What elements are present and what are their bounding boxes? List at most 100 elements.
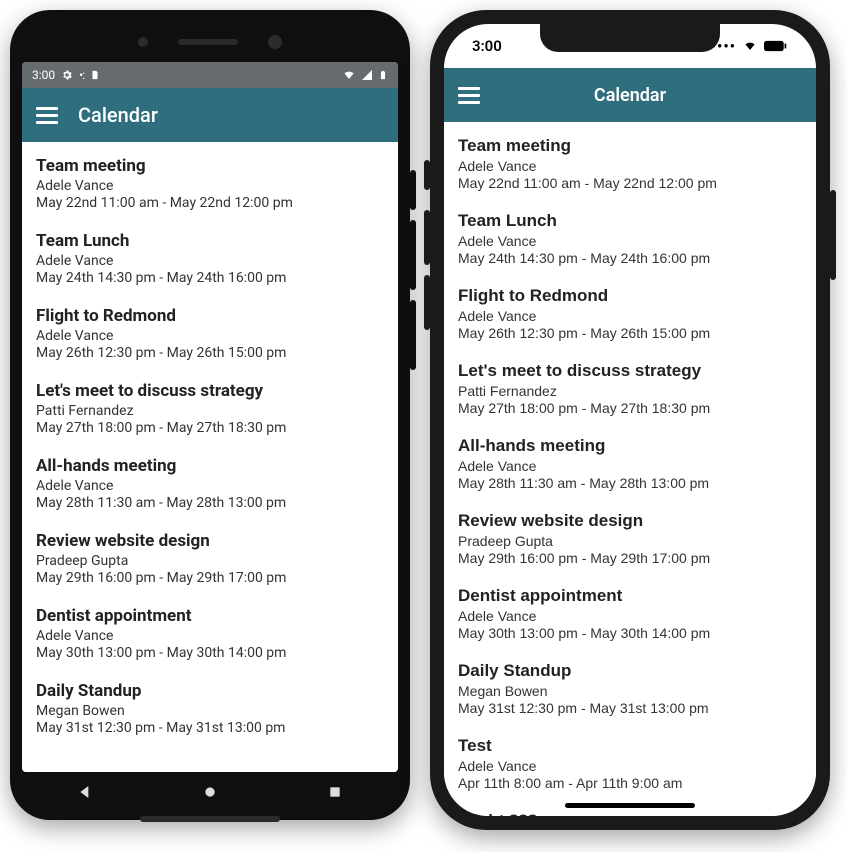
- event-item[interactable]: Review website design Pradeep GuptaMay 29…: [22, 517, 398, 592]
- battery-icon: [764, 40, 788, 52]
- app-title: Calendar: [78, 103, 158, 127]
- event-time-range: May 26th 12:30 pm - May 26th 15:00 pm: [458, 325, 802, 341]
- event-organizer: Megan Bowen: [458, 683, 802, 699]
- android-side-button: [410, 170, 416, 210]
- app-title: Calendar: [444, 85, 816, 106]
- event-organizer: Patti Fernandez: [458, 383, 802, 399]
- event-organizer: Adele Vance: [36, 178, 384, 194]
- event-time-range: May 31st 12:30 pm - May 31st 13:00 pm: [458, 700, 802, 716]
- menu-icon[interactable]: [458, 87, 480, 104]
- event-time-range: May 26th 12:30 pm - May 26th 15:00 pm: [36, 345, 384, 361]
- event-time-range: May 28th 11:30 am - May 28th 13:00 pm: [36, 495, 384, 511]
- event-title: Let's meet to discuss strategy: [458, 361, 802, 381]
- event-title: Dentist appointment: [36, 606, 384, 626]
- event-item[interactable]: Team LunchAdele VanceMay 24th 14:30 pm -…: [22, 217, 398, 292]
- event-organizer: Adele Vance: [458, 233, 802, 249]
- ios-screen: 3:00 •••• Calendar Team meetingAdele Van…: [444, 24, 816, 816]
- event-organizer: Patti Fernandez: [36, 403, 384, 419]
- event-title: Flight to Redmond: [458, 286, 802, 306]
- menu-icon[interactable]: [36, 107, 58, 124]
- event-item[interactable]: Dentist appointment Adele VanceMay 30th 1…: [22, 592, 398, 667]
- dots-icon: •:: [79, 68, 84, 82]
- event-organizer: Adele Vance: [458, 308, 802, 324]
- event-time-range: May 24th 14:30 pm - May 24th 16:00 pm: [36, 270, 384, 286]
- android-device-frame: 3:00 •:: [10, 10, 410, 820]
- event-item[interactable]: Review website design Pradeep GuptaMay 29…: [444, 497, 816, 572]
- recents-icon[interactable]: [327, 784, 343, 800]
- ios-side-button: [424, 275, 430, 330]
- event-organizer: Adele Vance: [36, 478, 384, 494]
- event-time-range: May 31st 12:30 pm - May 31st 13:00 pm: [36, 720, 384, 736]
- android-nav-bar: [22, 772, 398, 812]
- event-time-range: May 29th 16:00 pm - May 29th 17:00 pm: [458, 550, 802, 566]
- event-time-range: May 30th 13:00 pm - May 30th 14:00 pm: [458, 625, 802, 641]
- event-item[interactable]: Flight to Redmond Adele VanceMay 26th 12:…: [22, 292, 398, 367]
- status-time: 3:00: [32, 68, 55, 82]
- ios-side-button: [424, 160, 430, 190]
- event-time-range: May 28th 11:30 am - May 28th 13:00 pm: [458, 475, 802, 491]
- event-organizer: Adele Vance: [458, 158, 802, 174]
- event-organizer: Megan Bowen: [36, 703, 384, 719]
- event-organizer: Pradeep Gupta: [458, 533, 802, 549]
- event-time-range: Apr 11th 8:00 am - Apr 11th 9:00 am: [458, 775, 802, 791]
- android-status-bar: 3:00 •:: [22, 62, 398, 88]
- event-organizer: Adele Vance: [36, 328, 384, 344]
- event-item[interactable]: Dentist appointment Adele VanceMay 30th 1…: [444, 572, 816, 647]
- back-icon[interactable]: [77, 784, 93, 800]
- android-screen: 3:00 •:: [22, 62, 398, 772]
- event-time-range: May 30th 13:00 pm - May 30th 14:00 pm: [36, 645, 384, 661]
- event-item[interactable]: Let's meet to discuss strategy Patti Fern…: [22, 367, 398, 442]
- event-organizer: Pradeep Gupta: [36, 553, 384, 569]
- event-title: Flight 888: [458, 811, 802, 816]
- event-item[interactable]: Flight to Redmond Adele VanceMay 26th 12:…: [444, 272, 816, 347]
- event-title: Team meeting: [36, 156, 384, 176]
- event-title: Let's meet to discuss strategy: [36, 381, 384, 401]
- wifi-icon: [742, 40, 758, 52]
- event-title: All-hands meeting: [36, 456, 384, 476]
- event-item[interactable]: All-hands meeting Adele VanceMay 28th 11:…: [22, 442, 398, 517]
- event-item[interactable]: Daily Standup Megan BowenMay 31st 12:30 p…: [444, 647, 816, 722]
- event-item[interactable]: Team meeting Adele VanceMay 22nd 11:00 am…: [22, 142, 398, 217]
- android-chin: [140, 816, 280, 822]
- battery-icon: [378, 68, 388, 82]
- event-title: Flight to Redmond: [36, 306, 384, 326]
- event-title: Team meeting: [458, 136, 802, 156]
- event-time-range: May 29th 16:00 pm - May 29th 17:00 pm: [36, 570, 384, 586]
- ios-notch: [540, 24, 720, 52]
- event-title: Team Lunch: [458, 211, 802, 231]
- event-organizer: Adele Vance: [36, 628, 384, 644]
- event-time-range: May 24th 14:30 pm - May 24th 16:00 pm: [458, 250, 802, 266]
- event-item[interactable]: Team meetingAdele VanceMay 22nd 11:00 am…: [444, 122, 816, 197]
- sim-icon: [90, 69, 100, 81]
- event-item[interactable]: Team Lunch Adele VanceMay 24th 14:30 pm -…: [444, 197, 816, 272]
- event-list[interactable]: Team meetingAdele VanceMay 22nd 11:00 am…: [22, 142, 398, 772]
- event-item[interactable]: Daily StandupMegan BowenMay 31st 12:30 p…: [22, 667, 398, 742]
- event-item[interactable]: Test Adele VanceApr 11th 8:00 am - Apr 11…: [444, 722, 816, 797]
- event-list[interactable]: Team meetingAdele VanceMay 22nd 11:00 am…: [444, 122, 816, 816]
- android-side-button: [410, 220, 416, 290]
- event-time-range: May 27th 18:00 pm - May 27th 18:30 pm: [458, 400, 802, 416]
- event-title: Review website design: [36, 531, 384, 551]
- status-time: 3:00: [472, 37, 502, 55]
- event-title: Daily Standup: [458, 661, 802, 681]
- gear-icon: [61, 69, 73, 81]
- event-organizer: Adele Vance: [458, 758, 802, 774]
- event-item[interactable]: All-hands meeting Adele VanceMay 28th 11:…: [444, 422, 816, 497]
- event-title: Dentist appointment: [458, 586, 802, 606]
- event-time-range: May 22nd 11:00 am - May 22nd 12:00 pm: [36, 195, 384, 211]
- wifi-icon: [342, 69, 356, 81]
- event-organizer: Adele Vance: [36, 253, 384, 269]
- home-icon[interactable]: [202, 784, 218, 800]
- android-bezel: [22, 22, 398, 62]
- event-title: Test: [458, 736, 802, 756]
- event-title: All-hands meeting: [458, 436, 802, 456]
- event-item[interactable]: Let's meet to discuss strategy Patti Fern…: [444, 347, 816, 422]
- event-time-range: May 27th 18:00 pm - May 27th 18:30 pm: [36, 420, 384, 436]
- event-organizer: Adele Vance: [458, 608, 802, 624]
- ios-side-button: [424, 210, 430, 265]
- event-organizer: Adele Vance: [458, 458, 802, 474]
- signal-icon: [361, 69, 373, 81]
- home-indicator[interactable]: [565, 803, 695, 808]
- app-bar: Calendar: [444, 68, 816, 122]
- event-title: Review website design: [458, 511, 802, 531]
